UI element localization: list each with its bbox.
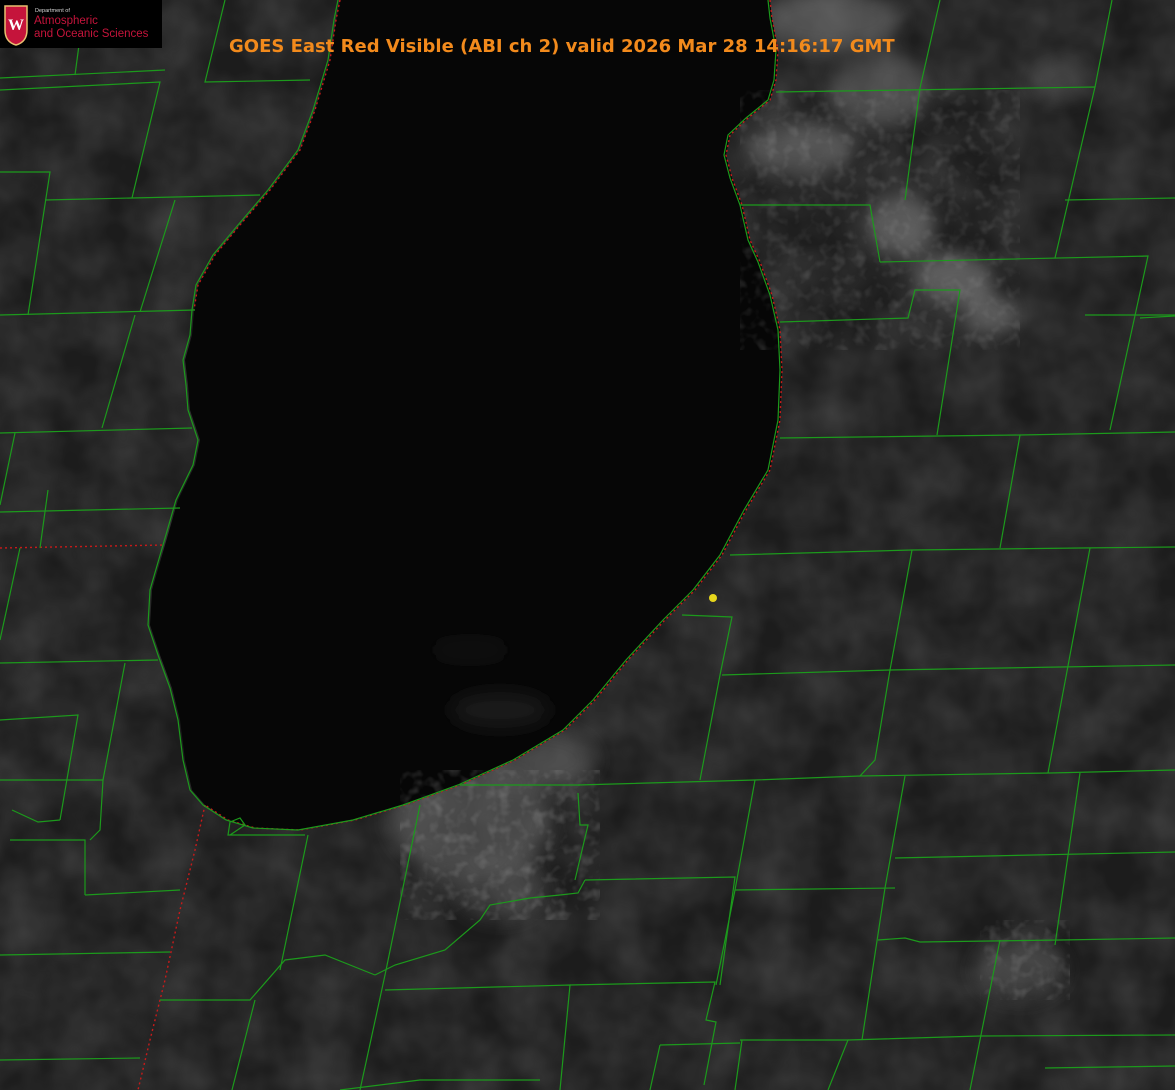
cloud-speckle-south	[400, 770, 600, 920]
image-title: GOES East Red Visible (ABI ch 2) valid 2…	[229, 36, 895, 57]
logo-department-label: Department of	[35, 8, 70, 14]
svg-text:W: W	[8, 17, 24, 34]
uw-crest-icon: W	[4, 5, 28, 46]
site-marker	[709, 594, 717, 602]
cloud-speckle-northeast	[740, 90, 1020, 350]
logo-line-atmospheric: Atmospheric	[34, 15, 98, 27]
logo-line-oceanic: and Oceanic Sciences	[34, 28, 149, 40]
satellite-image	[0, 0, 1175, 1090]
department-logo: W Department of Atmospheric and Oceanic …	[0, 0, 162, 48]
satellite-viewer: W Department of Atmospheric and Oceanic …	[0, 0, 1175, 1090]
